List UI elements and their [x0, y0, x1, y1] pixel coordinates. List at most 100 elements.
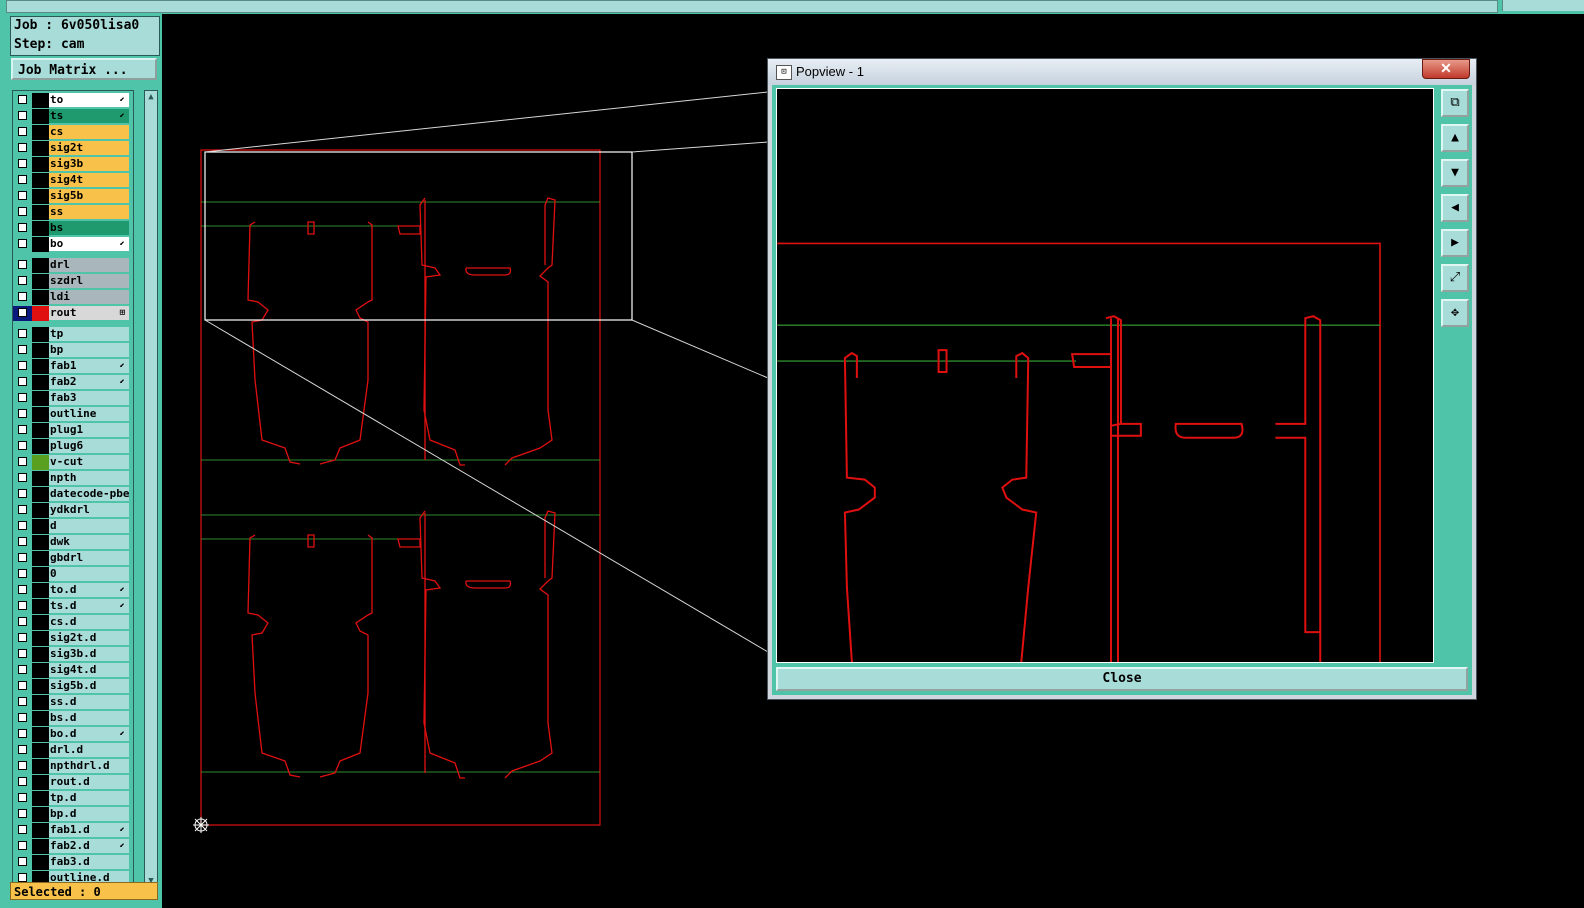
layer-row-fab3[interactable]: fab3 — [13, 391, 131, 406]
layer-color-swatch[interactable] — [32, 535, 49, 550]
layer-name[interactable]: sig3b — [49, 157, 129, 171]
window-close-icon[interactable]: ✕ — [1422, 59, 1470, 79]
layer-checkbox[interactable] — [18, 127, 27, 136]
layer-name[interactable]: 0 — [49, 567, 129, 581]
layer-checkbox[interactable] — [18, 809, 27, 818]
layer-checkbox[interactable] — [18, 393, 27, 402]
layer-name[interactable]: tp.d — [49, 791, 129, 805]
layer-name[interactable]: cs.d — [49, 615, 129, 629]
layer-row-bo.d[interactable]: bo.d ⬋ — [13, 727, 131, 742]
layer-checkbox[interactable] — [18, 175, 27, 184]
layer-color-swatch[interactable] — [32, 823, 49, 838]
zoom-fit-icon[interactable]: ✥ — [1441, 299, 1469, 327]
layer-checkbox[interactable] — [18, 601, 27, 610]
layer-checkbox[interactable] — [18, 569, 27, 578]
layer-color-swatch[interactable] — [32, 503, 49, 518]
layer-row-plug6[interactable]: plug6 — [13, 439, 131, 454]
layer-row-to.d[interactable]: to.d ⬋ — [13, 583, 131, 598]
layer-color-swatch[interactable] — [32, 237, 49, 252]
layer-color-swatch[interactable] — [32, 583, 49, 598]
layer-name[interactable]: sig5b — [49, 189, 129, 203]
layer-color-swatch[interactable] — [32, 343, 49, 358]
layer-checkbox[interactable] — [18, 95, 27, 104]
layer-row-sig3b.d[interactable]: sig3b.d — [13, 647, 131, 662]
layer-checkbox[interactable] — [18, 345, 27, 354]
layer-checkbox[interactable] — [18, 745, 27, 754]
layer-row-sig3b[interactable]: sig3b — [13, 157, 131, 172]
layer-row-fab1[interactable]: fab1 ⬋ — [13, 359, 131, 374]
layer-color-swatch[interactable] — [32, 775, 49, 790]
layer-row-ts[interactable]: ts ⬋ — [13, 109, 131, 124]
layer-name[interactable]: ydkdrl — [49, 503, 129, 517]
layer-name[interactable]: rout.d — [49, 775, 129, 789]
layer-checkbox[interactable] — [18, 857, 27, 866]
layer-checkbox[interactable] — [18, 713, 27, 722]
layer-checkbox[interactable] — [18, 761, 27, 770]
layer-color-swatch[interactable] — [32, 189, 49, 204]
layer-name[interactable]: d — [49, 519, 129, 533]
layer-row-ydkdrl[interactable]: ydkdrl — [13, 503, 131, 518]
layer-checkbox[interactable] — [18, 276, 27, 285]
layer-name[interactable]: ss — [49, 205, 129, 219]
layer-name[interactable]: bo.d ⬋ — [49, 727, 129, 741]
layer-checkbox[interactable] — [18, 617, 27, 626]
layer-name[interactable]: bo ⬋ — [49, 237, 129, 251]
layer-checkbox[interactable] — [18, 441, 27, 450]
layer-row-ts.d[interactable]: ts.d ⬋ — [13, 599, 131, 614]
layer-name[interactable]: drl — [49, 258, 129, 272]
layer-row-fab1.d[interactable]: fab1.d ⬋ — [13, 823, 131, 838]
layer-color-swatch[interactable] — [32, 439, 49, 454]
layer-row-npthdrl.d[interactable]: npthdrl.d — [13, 759, 131, 774]
layer-row-0[interactable]: 0 — [13, 567, 131, 582]
layer-checkbox[interactable] — [18, 361, 27, 370]
layer-name[interactable]: bs.d — [49, 711, 129, 725]
layer-name[interactable]: bp.d — [49, 807, 129, 821]
layer-checkbox[interactable] — [18, 329, 27, 338]
layer-color-swatch[interactable] — [32, 759, 49, 774]
layer-color-swatch[interactable] — [32, 855, 49, 870]
layer-checkbox[interactable] — [18, 585, 27, 594]
layer-checkbox[interactable] — [18, 665, 27, 674]
layer-name[interactable]: gbdrl — [49, 551, 129, 565]
layer-row-dwk[interactable]: dwk — [13, 535, 131, 550]
layer-checkbox[interactable] — [18, 841, 27, 850]
layer-name[interactable]: outline — [49, 407, 129, 421]
layer-checkbox[interactable] — [18, 537, 27, 546]
layer-name[interactable]: szdrl — [49, 274, 129, 288]
layer-checkbox[interactable] — [18, 777, 27, 786]
scroll-up-icon[interactable]: ▲ — [145, 91, 157, 103]
layer-color-swatch[interactable] — [32, 567, 49, 582]
layer-color-swatch[interactable] — [32, 258, 49, 273]
layer-name[interactable]: datecode-pbe — [49, 487, 129, 501]
layer-color-swatch[interactable] — [32, 125, 49, 140]
layer-name[interactable]: fab2.d ⬋ — [49, 839, 129, 853]
layer-checkbox[interactable] — [18, 793, 27, 802]
layer-color-swatch[interactable] — [32, 743, 49, 758]
layer-row-outline[interactable]: outline — [13, 407, 131, 422]
layer-row-tp[interactable]: tp — [13, 327, 131, 342]
layer-checkbox[interactable] — [18, 260, 27, 269]
layer-list-scrollbar[interactable]: ▲ ▼ — [144, 90, 158, 888]
layer-name[interactable]: v-cut — [49, 455, 129, 469]
layer-color-swatch[interactable] — [32, 487, 49, 502]
layer-name[interactable]: sig2t — [49, 141, 129, 155]
layer-color-swatch[interactable] — [32, 109, 49, 124]
layer-row-to[interactable]: to ⬋ — [13, 93, 131, 108]
layer-row-fab2[interactable]: fab2 ⬋ — [13, 375, 131, 390]
layer-row-sig2t[interactable]: sig2t — [13, 141, 131, 156]
layer-color-swatch[interactable] — [32, 141, 49, 156]
layer-color-swatch[interactable] — [32, 407, 49, 422]
zoom-window-icon[interactable]: ⧉ — [1441, 89, 1469, 117]
layer-color-swatch[interactable] — [32, 327, 49, 342]
layer-row-sig5b[interactable]: sig5b — [13, 189, 131, 204]
layer-color-swatch[interactable] — [32, 375, 49, 390]
layer-checkbox[interactable] — [18, 425, 27, 434]
layer-checkbox[interactable] — [18, 729, 27, 738]
layer-color-swatch[interactable] — [32, 157, 49, 172]
layer-checkbox[interactable] — [18, 649, 27, 658]
layer-row-rout[interactable]: rout ⊞ — [13, 306, 131, 321]
layer-row-sig4t.d[interactable]: sig4t.d — [13, 663, 131, 678]
layer-name[interactable]: plug6 — [49, 439, 129, 453]
layer-row-sig5b.d[interactable]: sig5b.d — [13, 679, 131, 694]
layer-name[interactable]: sig4t.d — [49, 663, 129, 677]
